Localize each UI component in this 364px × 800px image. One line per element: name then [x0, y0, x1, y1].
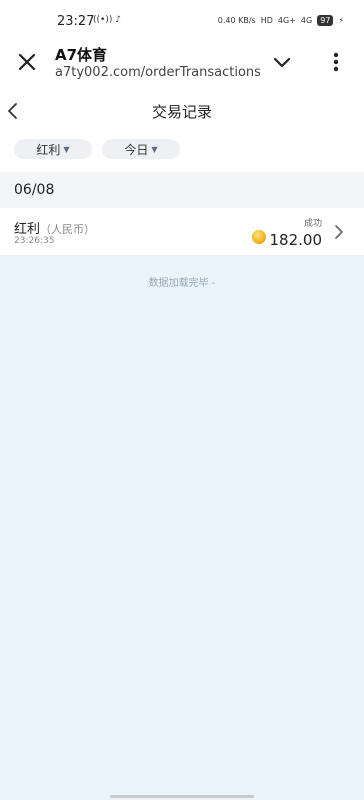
home-indicator[interactable]: [110, 795, 254, 798]
network-speed: 0.40 KB/s: [217, 16, 256, 25]
chevron-left-icon: [8, 103, 17, 119]
transaction-row[interactable]: 红利（人民币） 23:26:35 成功 182.00: [0, 208, 364, 256]
row-chevron[interactable]: [334, 224, 344, 240]
load-complete-text: 数据加载完毕 -: [148, 278, 216, 289]
charging-icon: ⚡: [338, 16, 344, 25]
more-vertical-icon: [333, 52, 339, 72]
back-button[interactable]: [6, 101, 20, 121]
battery-icon: 97: [317, 15, 334, 26]
page-header: 交易记录: [0, 92, 364, 130]
caret-down-icon: ▼: [151, 144, 158, 154]
caret-down-icon: ▼: [63, 144, 70, 154]
page-title: 交易记录: [151, 103, 212, 121]
date-group-label: 06/08: [14, 182, 55, 198]
close-icon: [18, 53, 36, 71]
status-bar: 23:27 ((•)) ♪ 0.40 KB/s HD 4G+ 4G 97 ⚡: [0, 0, 364, 42]
site-title: A7体育: [55, 46, 108, 64]
status-time: 23:27: [57, 14, 95, 29]
coin-icon: [252, 230, 266, 244]
date-filter-dropdown[interactable]: 今日 ▼: [102, 139, 180, 159]
close-button[interactable]: [16, 51, 38, 73]
filter-bar: 红利 ▼ 今日 ▼: [0, 136, 364, 164]
transaction-type-label: 红利: [14, 222, 41, 237]
browser-bar: A7体育 a7ty002.com/orderTransactions?: [0, 42, 364, 88]
notification-icons: ((•)) ♪: [93, 15, 121, 25]
transaction-status: 成功: [303, 219, 322, 229]
date-filter-label: 今日: [124, 142, 149, 157]
transaction-type: 红利（人民币）: [14, 218, 95, 237]
transaction-currency: （人民币）: [40, 223, 96, 236]
signal-4g-plus-icon: 4G+: [277, 16, 296, 25]
chevron-right-icon: [335, 225, 343, 239]
type-filter-label: 红利: [36, 142, 61, 157]
transaction-time: 23:26:35: [14, 236, 55, 246]
site-url[interactable]: a7ty002.com/orderTransactions?: [55, 65, 260, 80]
expand-button[interactable]: [270, 52, 294, 74]
transaction-amount: 182.00: [269, 231, 323, 249]
list-background: [0, 256, 364, 800]
type-filter-dropdown[interactable]: 红利 ▼: [14, 139, 92, 159]
date-group-header: 06/08: [0, 172, 364, 208]
status-right-icons: 0.40 KB/s HD 4G+ 4G 97 ⚡: [218, 15, 344, 26]
hd-icon: HD: [260, 16, 273, 25]
chevron-down-icon: [273, 57, 291, 68]
signal-4g-icon: 4G: [300, 16, 313, 25]
more-options-button[interactable]: [328, 50, 344, 74]
